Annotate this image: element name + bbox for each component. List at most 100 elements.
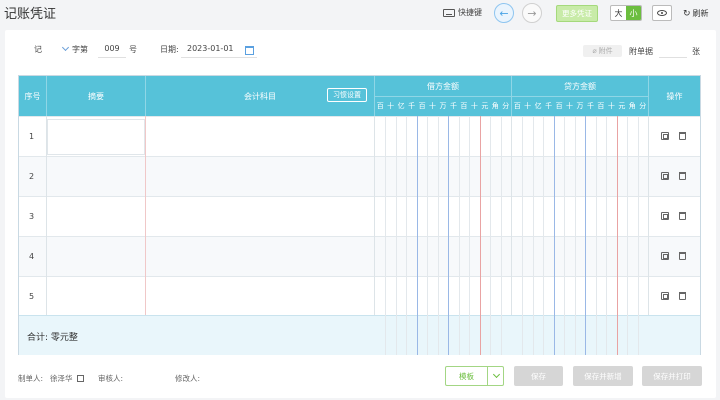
copy-icon[interactable] bbox=[661, 292, 669, 300]
account-cell[interactable] bbox=[146, 157, 374, 197]
account-cell[interactable] bbox=[146, 197, 374, 237]
shortcut-label: 快捷键 bbox=[458, 8, 482, 17]
trash-icon[interactable] bbox=[679, 172, 686, 180]
table-row: 5 bbox=[19, 276, 700, 316]
copy-icon[interactable] bbox=[661, 132, 669, 140]
arrow-left-icon: ← bbox=[499, 6, 509, 20]
attachment-label: 附件 bbox=[598, 47, 613, 55]
credit-digit-unit: 十 bbox=[524, 102, 532, 110]
summary-cell[interactable] bbox=[47, 157, 145, 197]
column-divider bbox=[145, 116, 146, 315]
debit-digit-unit: 千 bbox=[449, 102, 457, 110]
preview-button[interactable] bbox=[652, 5, 672, 21]
attached-docs-unit: 张 bbox=[692, 47, 700, 56]
row-seq: 3 bbox=[29, 212, 35, 221]
shortcut-button[interactable]: 快捷键 bbox=[443, 7, 482, 18]
keyboard-icon bbox=[443, 8, 455, 17]
debit-digit-unit: 十 bbox=[387, 102, 395, 110]
column-divider bbox=[648, 116, 649, 315]
total-row: 合计: 零元整 bbox=[19, 315, 700, 355]
refresh-button[interactable]: ↻ 刷新 bbox=[683, 8, 709, 19]
arrow-right-icon: → bbox=[527, 6, 537, 20]
copy-icon[interactable] bbox=[661, 212, 669, 220]
maker-name: 徐泽华 bbox=[50, 374, 73, 383]
copy-icon[interactable] bbox=[661, 172, 669, 180]
row-seq: 4 bbox=[29, 252, 35, 261]
debit-digit-unit: 万 bbox=[439, 102, 447, 110]
save-and-new-button[interactable]: 保存并新增 bbox=[573, 366, 633, 386]
amount-grid-line bbox=[500, 116, 502, 355]
size-large-option[interactable]: 大 bbox=[611, 6, 626, 20]
account-cell[interactable] bbox=[146, 117, 374, 157]
amount-grid-line bbox=[490, 116, 492, 355]
amount-grid-line bbox=[553, 116, 555, 355]
summary-cell[interactable] bbox=[47, 197, 145, 237]
amount-grid-line bbox=[437, 116, 439, 355]
header-credit: 贷方金额 bbox=[564, 81, 596, 91]
eye-icon bbox=[657, 10, 667, 16]
template-label: 模板 bbox=[446, 367, 488, 385]
summary-cell[interactable] bbox=[47, 237, 145, 277]
more-vouchers-button[interactable]: 更多凭证 bbox=[556, 5, 598, 22]
trash-icon[interactable] bbox=[679, 212, 686, 220]
amount-grid-line bbox=[543, 116, 545, 355]
table-header: 序号 摘要 会计科目 习惯设置 借方金额 贷方金额 操作 百十亿千百十万千百十元… bbox=[19, 76, 700, 116]
row-seq: 5 bbox=[29, 292, 35, 301]
prev-voucher-button[interactable]: ← bbox=[494, 3, 514, 23]
amount-grid-line bbox=[627, 116, 629, 355]
amount-grid-line bbox=[532, 116, 534, 355]
header-debit: 借方金额 bbox=[427, 81, 459, 91]
column-divider bbox=[511, 116, 512, 315]
debit-digit-unit: 元 bbox=[481, 102, 489, 110]
amount-grid-line bbox=[385, 116, 387, 355]
trash-icon[interactable] bbox=[679, 292, 686, 300]
row-seq: 2 bbox=[29, 172, 35, 181]
summary-cell[interactable] bbox=[47, 277, 145, 317]
header-seq: 序号 bbox=[24, 91, 41, 101]
account-cell[interactable] bbox=[146, 237, 374, 277]
amount-grid-line bbox=[637, 116, 639, 355]
header-actions: 操作 bbox=[666, 91, 683, 101]
chevron-down-icon[interactable] bbox=[492, 370, 501, 379]
trash-icon[interactable] bbox=[679, 252, 686, 260]
amount-grid-line bbox=[606, 116, 608, 355]
attachment-button[interactable]: ⌀ 附件 bbox=[583, 45, 622, 57]
account-cell[interactable] bbox=[146, 277, 374, 317]
size-small-option[interactable]: 小 bbox=[626, 6, 641, 20]
habit-settings-button[interactable]: 习惯设置 bbox=[327, 88, 367, 102]
voucher-number-input[interactable]: 009 bbox=[98, 44, 126, 58]
copy-icon[interactable] bbox=[661, 252, 669, 260]
debit-digit-unit: 十 bbox=[470, 102, 478, 110]
save-button[interactable]: 保存 bbox=[514, 366, 563, 386]
debit-digit-unit: 百 bbox=[376, 102, 384, 110]
save-and-print-button[interactable]: 保存并打印 bbox=[642, 366, 702, 386]
column-divider bbox=[46, 116, 47, 315]
header-summary: 摘要 bbox=[88, 91, 104, 101]
summary-input[interactable] bbox=[47, 119, 145, 155]
credit-digit-unit: 千 bbox=[545, 102, 553, 110]
reviewer-label: 审核人: bbox=[98, 374, 124, 383]
voucher-word-select[interactable]: 字第 bbox=[61, 43, 88, 55]
debit-digit-unit: 百 bbox=[460, 102, 468, 110]
calendar-icon[interactable] bbox=[245, 46, 254, 55]
amount-grid-line bbox=[616, 116, 618, 355]
amount-grid-line bbox=[458, 116, 460, 355]
amount-grid-line bbox=[585, 116, 587, 355]
amount-grid-line bbox=[469, 116, 471, 355]
table-row: 1 bbox=[19, 116, 700, 156]
template-button[interactable]: 模板 bbox=[445, 366, 504, 386]
table-row: 3 bbox=[19, 196, 700, 236]
trash-icon[interactable] bbox=[679, 132, 686, 140]
attached-docs-input[interactable] bbox=[659, 44, 687, 58]
next-voucher-button[interactable]: → bbox=[522, 3, 542, 23]
amount-grid-line bbox=[564, 116, 566, 355]
credit-digit-unit: 百 bbox=[513, 102, 521, 110]
amount-grid-line bbox=[595, 116, 597, 355]
credit-digit-unit: 百 bbox=[555, 102, 563, 110]
column-divider bbox=[374, 116, 375, 315]
voucher-word-suffix: 字第 bbox=[72, 45, 88, 54]
table-row: 4 bbox=[19, 236, 700, 276]
edit-icon[interactable] bbox=[76, 375, 84, 382]
date-label: 日期: bbox=[160, 45, 179, 54]
debit-digit-unit: 角 bbox=[491, 102, 499, 110]
